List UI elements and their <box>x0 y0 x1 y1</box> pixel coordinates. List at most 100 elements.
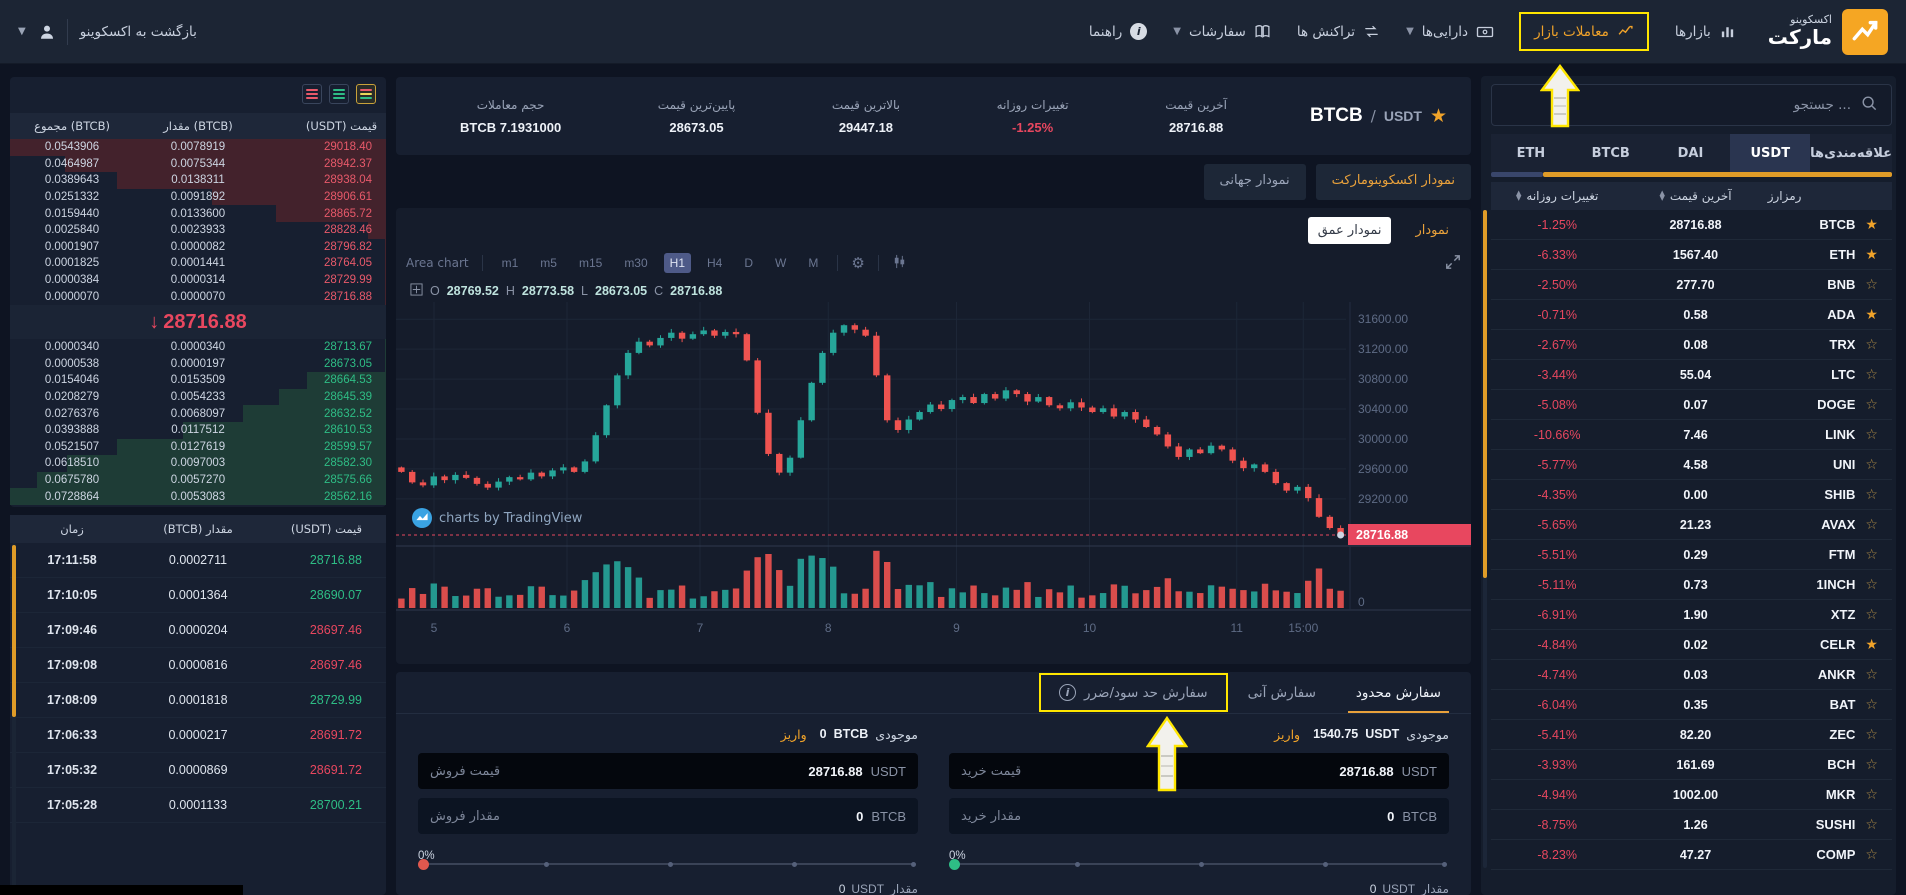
chart-type-select[interactable]: Area chart <box>406 256 469 270</box>
watchlist-tab-BTCB[interactable]: BTCB <box>1571 134 1651 172</box>
nav-item-market-trades[interactable]: معاملات بازار <box>1519 12 1649 51</box>
nav-item-markets[interactable]: بازارها <box>1675 23 1736 40</box>
chevron-down-icon[interactable]: ▼ <box>18 26 26 37</box>
favorite-star-icon[interactable]: ★ <box>1865 637 1878 653</box>
watchlist-tab-علاقه‌مندی‌ها[interactable]: علاقه‌مندی‌ها <box>1810 134 1892 172</box>
favorite-star-icon[interactable]: ☆ <box>1865 757 1878 773</box>
grid-plus-icon[interactable] <box>410 283 423 299</box>
interval-m5[interactable]: m5 <box>534 253 563 273</box>
watchlist-tabs-scrollbar[interactable] <box>1491 172 1892 177</box>
favorite-star-icon[interactable]: ☆ <box>1865 667 1878 683</box>
sell-percent-slider[interactable]: 0% <box>418 844 918 874</box>
favorite-star-icon[interactable]: ☆ <box>1865 817 1878 833</box>
sell-slider-handle[interactable] <box>418 859 429 870</box>
coin-row-BTCB[interactable]: -1.25%28716.88BTCB★ <box>1491 210 1892 240</box>
coin-row-TRX[interactable]: -2.67%0.08TRX☆ <box>1491 330 1892 360</box>
favorite-star-icon[interactable]: ☆ <box>1865 367 1878 383</box>
ask-row[interactable]: 0.00019070.000008228796.82 <box>10 239 386 256</box>
interval-H1[interactable]: H1 <box>664 253 691 273</box>
interval-m15[interactable]: m15 <box>573 253 608 273</box>
favorite-star-icon[interactable]: ★ <box>1430 105 1447 127</box>
watchlist-tab-ETH[interactable]: ETH <box>1491 134 1571 172</box>
sort-icon[interactable]: ▲▼ <box>1516 191 1521 201</box>
back-to-excoino-link[interactable]: بازگشت به اکسکوینو <box>80 24 197 40</box>
ask-row[interactable]: 0.02513320.009189228906.61 <box>10 189 386 206</box>
bid-row[interactable]: 0.06185100.009700328582.30 <box>10 455 386 472</box>
watchlist-scrollbar-thumb[interactable] <box>1483 210 1487 578</box>
coin-row-1INCH[interactable]: -5.11%0.731INCH☆ <box>1491 570 1892 600</box>
coin-row-ETH[interactable]: -6.33%1567.40ETH★ <box>1491 240 1892 270</box>
deposit-link[interactable]: واریز <box>1274 727 1300 742</box>
tradingview-attribution[interactable]: charts by TradingView <box>412 508 582 528</box>
favorite-star-icon[interactable]: ☆ <box>1865 427 1878 443</box>
interval-H4[interactable]: H4 <box>701 253 728 273</box>
coin-row-ANKR[interactable]: -4.74%0.03ANKR☆ <box>1491 660 1892 690</box>
ask-row[interactable]: 0.00000700.000007028716.88 <box>10 288 386 305</box>
global-chart-button[interactable]: نمودار جهانی <box>1204 164 1306 200</box>
nav-item-orders[interactable]: ▼ سفارشات <box>1173 23 1271 40</box>
bid-row[interactable]: 0.06757800.005727028575.66 <box>10 472 386 489</box>
favorite-star-icon[interactable]: ☆ <box>1865 787 1878 803</box>
candle-style-icon[interactable] <box>892 254 907 272</box>
coin-row-FTM[interactable]: -5.51%0.29FTM☆ <box>1491 540 1892 570</box>
interval-m1[interactable]: m1 <box>496 253 525 273</box>
trades-scrollbar[interactable] <box>12 543 16 891</box>
favorite-star-icon[interactable]: ★ <box>1865 307 1878 323</box>
coin-row-SHIB[interactable]: -4.35%0.00SHIB☆ <box>1491 480 1892 510</box>
favorite-star-icon[interactable]: ☆ <box>1865 607 1878 623</box>
ask-row[interactable]: 0.00003840.000031428729.99 <box>10 272 386 289</box>
watchlist-tab-USDT[interactable]: USDT <box>1730 134 1810 172</box>
favorite-star-icon[interactable]: ☆ <box>1865 487 1878 503</box>
excoino-chart-button[interactable]: نمودار اکسکوینومارکت <box>1316 164 1471 200</box>
user-icon[interactable] <box>38 23 55 40</box>
brand-logo[interactable]: اکسکوینو مارکت <box>1768 9 1888 55</box>
coin-row-BCH[interactable]: -3.93%161.69BCH☆ <box>1491 750 1892 780</box>
favorite-star-icon[interactable]: ☆ <box>1865 277 1878 293</box>
bid-row[interactable]: 0.07288640.005308328562.16 <box>10 488 386 505</box>
interval-m30[interactable]: m30 <box>618 253 653 273</box>
favorite-star-icon[interactable]: ☆ <box>1865 577 1878 593</box>
watchlist-col-price[interactable]: ▲▼ آخرین قیمت <box>1623 189 1767 203</box>
interval-M[interactable]: M <box>802 253 824 273</box>
coin-row-XTZ[interactable]: -6.91%1.90XTZ☆ <box>1491 600 1892 630</box>
ask-row[interactable]: 0.04649870.007534428942.37 <box>10 156 386 173</box>
coin-row-AVAX[interactable]: -5.65%21.23AVAX☆ <box>1491 510 1892 540</box>
watchlist-tab-DAI[interactable]: DAI <box>1651 134 1731 172</box>
ask-row[interactable]: 0.00018250.000144128764.05 <box>10 255 386 272</box>
bid-row[interactable]: 0.02082790.005423328645.39 <box>10 389 386 406</box>
favorite-star-icon[interactable]: ☆ <box>1865 697 1878 713</box>
watchlist-scrollbar[interactable] <box>1483 210 1487 868</box>
orderbook-asks-only-toggle[interactable] <box>302 84 322 104</box>
ask-row[interactable]: 0.03896430.013831128938.04 <box>10 172 386 189</box>
ask-row[interactable]: 0.00258400.002393328828.46 <box>10 222 386 239</box>
interval-W[interactable]: W <box>769 253 792 273</box>
watchlist-col-change[interactable]: ▲▼ تغییرات روزانه <box>1491 189 1623 203</box>
ask-row[interactable]: 0.05439060.007891929018.40 <box>10 139 386 156</box>
sell-amount-input[interactable]: مقدار فروش 0 BTCB <box>418 798 918 834</box>
coin-row-BAT[interactable]: -6.04%0.35BAT☆ <box>1491 690 1892 720</box>
favorite-star-icon[interactable]: ☆ <box>1865 337 1878 353</box>
coin-row-ADA[interactable]: -0.71%0.58ADA★ <box>1491 300 1892 330</box>
trades-scrollbar-thumb[interactable] <box>12 545 16 717</box>
coin-row-COMP[interactable]: -8.23%47.27COMP☆ <box>1491 840 1892 870</box>
bid-row[interactable]: 0.02763760.006809728632.52 <box>10 405 386 422</box>
favorite-star-icon[interactable]: ☆ <box>1865 517 1878 533</box>
nav-item-assets[interactable]: ▼ دارایی‌ها <box>1406 23 1493 40</box>
tab-depth-chart[interactable]: نمودار عمق <box>1308 217 1392 244</box>
orderbook-both-sides-toggle[interactable] <box>356 84 376 104</box>
price-chart[interactable]: 31600.0031200.0030800.0030400.0030000.00… <box>396 302 1471 664</box>
favorite-star-icon[interactable]: ☆ <box>1865 547 1878 563</box>
coin-row-CELR[interactable]: -4.84%0.02CELR★ <box>1491 630 1892 660</box>
nav-item-help[interactable]: راهنما i <box>1089 23 1147 40</box>
bid-row[interactable]: 0.05215070.012761928599.57 <box>10 439 386 456</box>
tab-stop-limit-order[interactable]: سفارش حد سود/ضرر i <box>1039 673 1228 712</box>
bid-row[interactable]: 0.01540460.015350928664.53 <box>10 372 386 389</box>
tab-chart[interactable]: نمودار <box>1405 217 1459 244</box>
coin-row-ZEC[interactable]: -5.41%82.20ZEC☆ <box>1491 720 1892 750</box>
coin-row-SUSHI[interactable]: -8.75%1.26SUSHI☆ <box>1491 810 1892 840</box>
favorite-star-icon[interactable]: ☆ <box>1865 727 1878 743</box>
favorite-star-icon[interactable]: ☆ <box>1865 457 1878 473</box>
bid-row[interactable]: 0.00003400.000034028713.67 <box>10 339 386 356</box>
bid-row[interactable]: 0.00005380.000019728673.05 <box>10 356 386 373</box>
tab-limit-order[interactable]: سفارش محدود <box>1336 674 1461 712</box>
